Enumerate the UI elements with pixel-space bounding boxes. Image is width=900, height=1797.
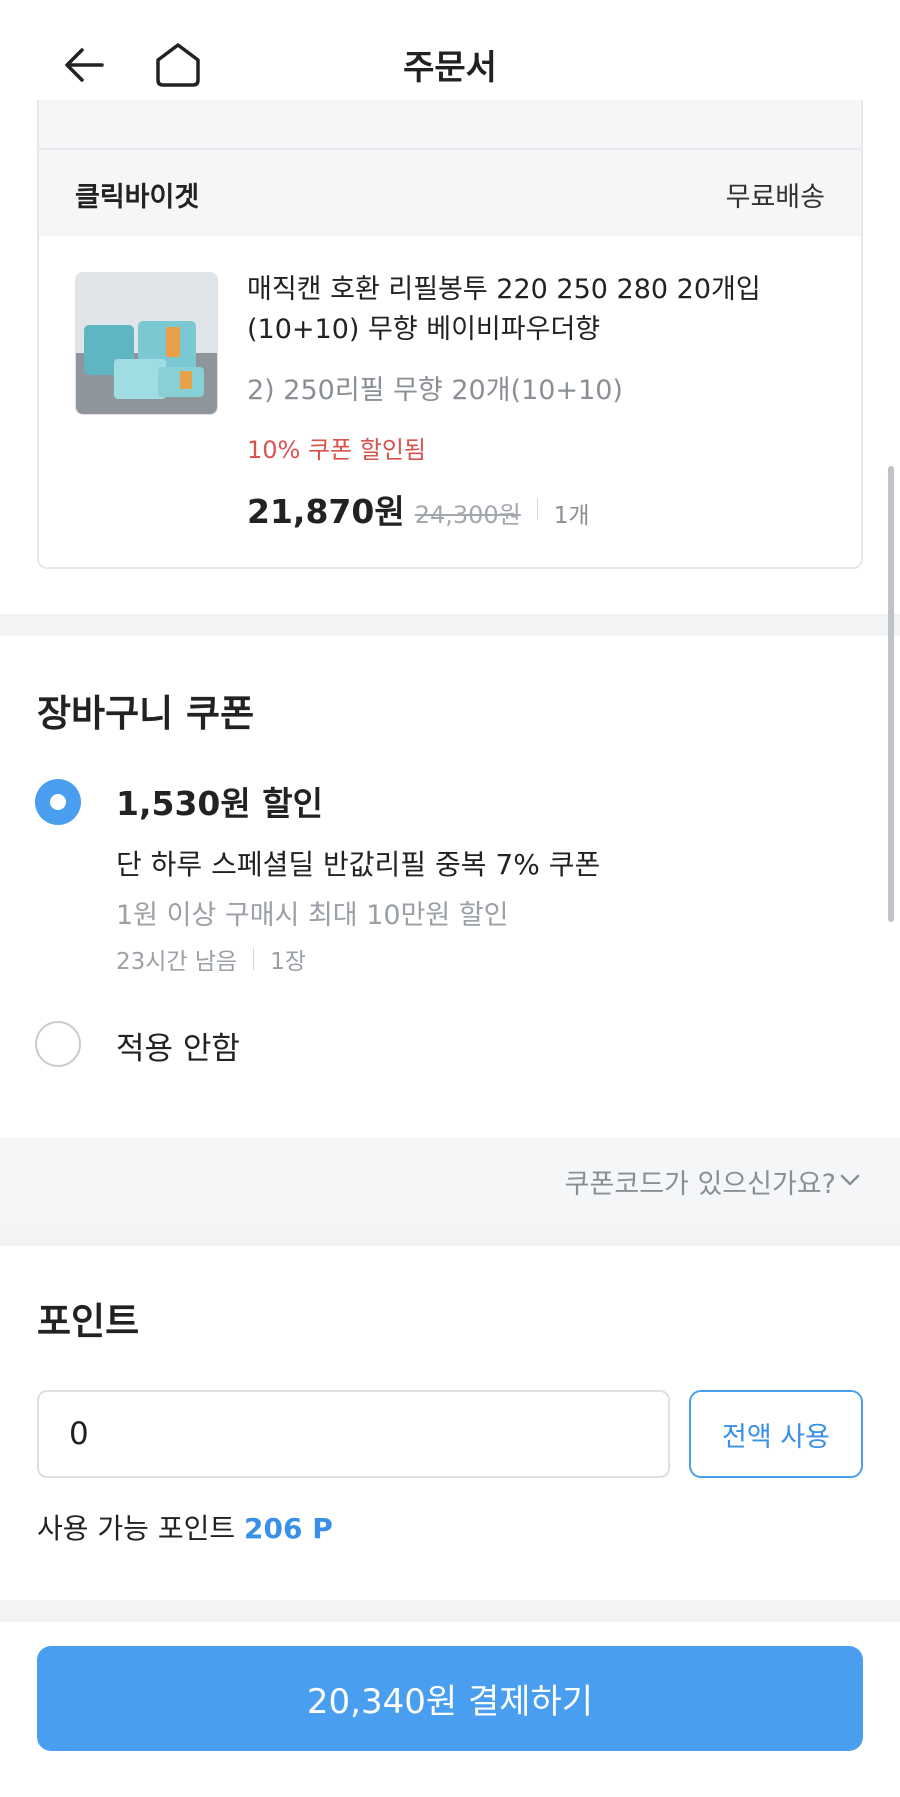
coupon-code-toggle[interactable]: 쿠폰코드가 있으신가요?	[0, 1138, 900, 1224]
header: 주문서	[0, 0, 900, 115]
coupon-count: 1장	[270, 949, 307, 975]
section-divider	[0, 1600, 900, 1622]
available-points-value: 206 P	[244, 1512, 333, 1545]
shipping-label: 무료배송	[725, 182, 825, 213]
pay-button[interactable]: 20,340원 결제하기	[37, 1646, 863, 1751]
previous-item-edge	[39, 100, 861, 150]
price-row: 21,870원 24,300원 1개	[247, 485, 590, 533]
coupon-applied-note: 10% 쿠폰 할인됨	[247, 436, 427, 464]
section-divider	[0, 1224, 900, 1246]
product-thumbnail[interactable]	[75, 272, 218, 415]
sale-price: 21,870원	[247, 492, 405, 531]
points-title: 포인트	[37, 1300, 140, 1343]
seller-name: 클릭바이겟	[75, 182, 200, 213]
quantity: 1개	[553, 503, 590, 529]
available-points-label: 사용 가능 포인트	[37, 1512, 236, 1545]
seller-row: 클릭바이겟 무료배송	[39, 150, 861, 236]
coupon-name: 단 하루 스페셜딜 반값리필 중복 7% 쿠폰	[116, 848, 601, 881]
order-item-card: 클릭바이겟 무료배송 매직캔 호환 리필봉투 220 250 280 20개입 …	[37, 100, 863, 569]
coupon-code-prompt: 쿠폰코드가 있으신가요?	[564, 1169, 836, 1200]
original-price: 24,300원	[414, 501, 521, 529]
cart-coupon-title: 장바구니 쿠폰	[37, 692, 255, 735]
product-name[interactable]: 매직캔 호환 리필봉투 220 250 280 20개입 (10+10) 무향 …	[247, 270, 807, 350]
available-points: 사용 가능 포인트 206 P	[37, 1507, 333, 1547]
no-coupon-label[interactable]: 적용 안함	[116, 1023, 240, 1068]
divider	[536, 498, 538, 520]
scrollbar[interactable]	[888, 466, 894, 922]
use-all-points-button[interactable]: 전액 사용	[689, 1390, 863, 1478]
page-title: 주문서	[403, 48, 497, 88]
coupon-radio-none[interactable]	[35, 1021, 81, 1067]
product-option: 2) 250리필 무향 20개(10+10)	[247, 375, 623, 406]
coupon-amount[interactable]: 1,530원 할인	[116, 777, 323, 825]
coupon-radio-selected[interactable]	[35, 779, 81, 825]
points-input[interactable]	[37, 1390, 670, 1478]
coupon-meta: 23시간 남음 1장	[116, 942, 306, 976]
coupon-condition: 1원 이상 구매시 최대 10만원 할인	[116, 900, 509, 931]
coupon-time-left: 23시간 남음	[116, 949, 238, 975]
chevron-down-icon	[840, 1174, 860, 1186]
divider	[253, 948, 255, 970]
section-divider	[0, 614, 900, 636]
